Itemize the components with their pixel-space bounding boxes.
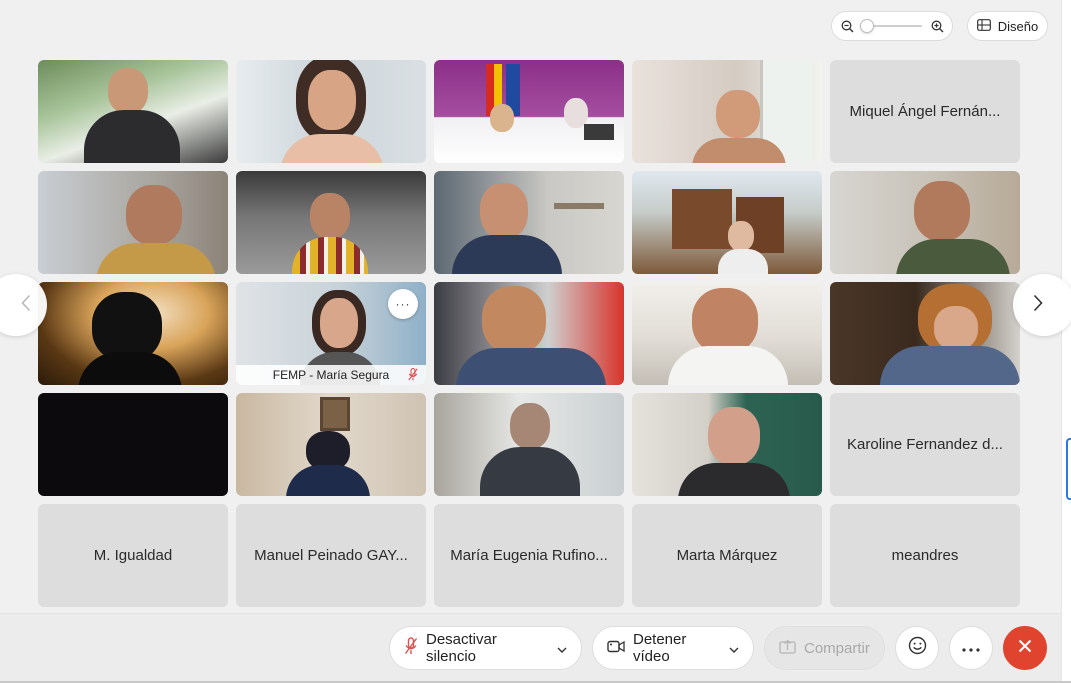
participant-name-tile[interactable]: meandres: [830, 504, 1020, 607]
zoom-in-icon[interactable]: [930, 19, 944, 33]
stop-video-label: Detener vídeo: [633, 631, 687, 665]
grid-layout-icon: [976, 18, 991, 34]
share-icon: [779, 639, 796, 658]
zoom-slider[interactable]: [860, 19, 924, 33]
panel-handle[interactable]: [1066, 438, 1071, 500]
ellipsis-icon: [962, 639, 980, 657]
video-camera-icon: [607, 640, 625, 657]
muted-mic-icon: [404, 637, 418, 659]
chevron-right-icon: [1033, 294, 1043, 317]
chevron-left-icon: [21, 294, 31, 317]
next-page-button[interactable]: [1013, 274, 1071, 336]
participant-name: meandres: [891, 547, 959, 564]
leave-meeting-button[interactable]: [1003, 626, 1047, 670]
chevron-down-icon[interactable]: [557, 640, 567, 657]
participant-name-tile[interactable]: M. Igualdad: [38, 504, 228, 607]
participant-name: M. Igualdad: [93, 547, 173, 564]
more-options-button[interactable]: [949, 626, 993, 670]
unmute-button[interactable]: Desactivar silencio: [389, 626, 582, 670]
layout-label: Diseño: [997, 18, 1039, 34]
zoom-out-icon[interactable]: [840, 19, 854, 33]
more-icon: ···: [395, 297, 411, 311]
participant-video[interactable]: [830, 171, 1020, 274]
participant-video[interactable]: ··· FEMP - María Segura: [236, 282, 426, 385]
video-grid: Miquel Ángel Fernán... ··· FEMP - María …: [38, 60, 1020, 607]
participant-video[interactable]: [434, 171, 624, 274]
participant-video[interactable]: [434, 60, 624, 163]
participant-video[interactable]: [830, 282, 1020, 385]
share-button[interactable]: Compartir: [764, 626, 885, 670]
close-icon: [1018, 639, 1032, 658]
participant-video[interactable]: [632, 282, 822, 385]
zoom-control: [831, 11, 953, 41]
smiley-icon: [908, 636, 927, 660]
participant-video[interactable]: [236, 60, 426, 163]
participant-name-tile[interactable]: María Eugenia Rufino...: [434, 504, 624, 607]
participant-name: Marta Márquez: [676, 547, 778, 564]
meeting-controls-bar: Desactivar silencio Detener vídeo Compar…: [0, 613, 1061, 681]
participant-name-tile[interactable]: Miquel Ángel Fernán...: [830, 60, 1020, 163]
participant-video[interactable]: [38, 171, 228, 274]
participant-video[interactable]: [434, 393, 624, 496]
muted-mic-icon: [408, 368, 418, 384]
participant-name: Karoline Fernandez d...: [847, 436, 1003, 453]
participant-video[interactable]: [632, 393, 822, 496]
share-label: Compartir: [804, 639, 870, 657]
participant-video[interactable]: [38, 282, 228, 385]
participant-caption: FEMP - María Segura: [236, 365, 426, 385]
participant-video[interactable]: [632, 171, 822, 274]
layout-button[interactable]: Diseño: [967, 11, 1048, 41]
tile-more-button[interactable]: ···: [388, 289, 418, 319]
participant-video[interactable]: [236, 171, 426, 274]
participant-name-tile[interactable]: Manuel Peinado GAY...: [236, 504, 426, 607]
chevron-down-icon[interactable]: [729, 640, 739, 657]
right-panel-edge: [1061, 0, 1071, 683]
participant-video[interactable]: [38, 393, 228, 496]
participant-video[interactable]: [632, 60, 822, 163]
stop-video-button[interactable]: Detener vídeo: [592, 626, 754, 670]
participant-video[interactable]: [434, 282, 624, 385]
participant-video[interactable]: [236, 393, 426, 496]
participant-name: Miquel Ángel Fernán...: [849, 103, 1001, 120]
unmute-label: Desactivar silencio: [426, 631, 497, 665]
reactions-button[interactable]: [895, 626, 939, 670]
zoom-slider-knob[interactable]: [860, 19, 874, 33]
participant-name: Manuel Peinado GAY...: [254, 547, 408, 564]
participant-name: María Eugenia Rufino...: [450, 547, 608, 564]
participant-video[interactable]: [38, 60, 228, 163]
participant-name-tile[interactable]: Marta Márquez: [632, 504, 822, 607]
participant-name: FEMP - María Segura: [272, 368, 390, 382]
participant-name-tile[interactable]: Karoline Fernandez d...: [830, 393, 1020, 496]
